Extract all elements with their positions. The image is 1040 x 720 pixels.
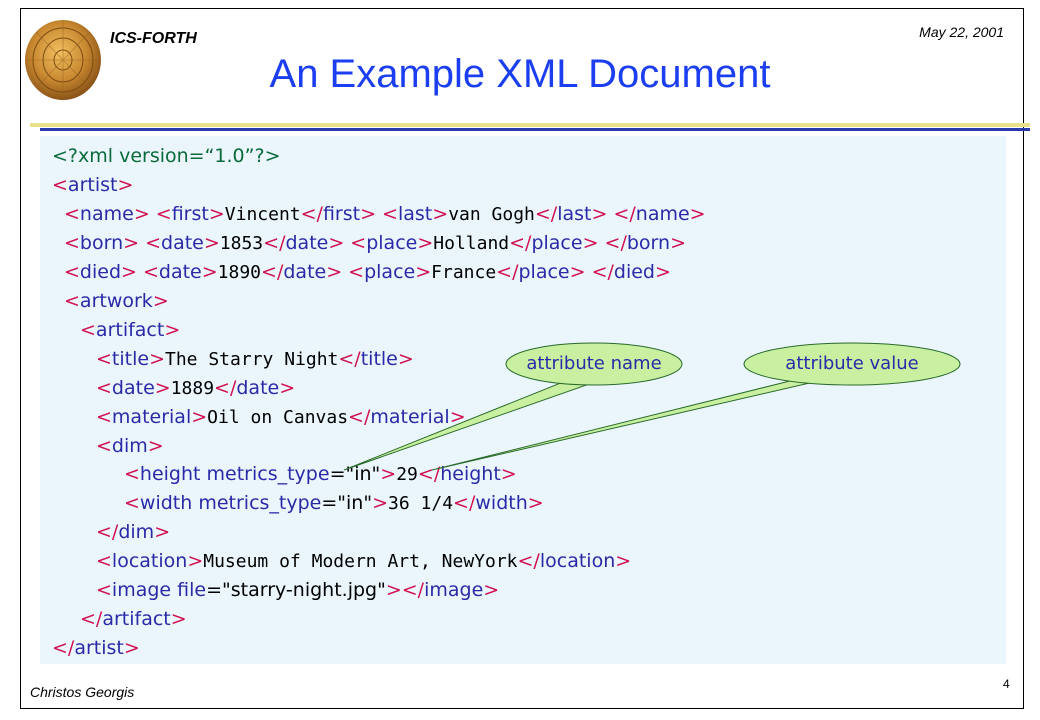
attribute-name-pointer <box>343 375 613 471</box>
attribute-value-pointer <box>431 375 841 471</box>
author-name: Christos Georgis <box>30 684 135 700</box>
page-number: 4 <box>1003 677 1010 691</box>
attribute-value-callout: attribute value <box>785 353 919 374</box>
attribute-name-callout: attribute name <box>526 353 662 374</box>
